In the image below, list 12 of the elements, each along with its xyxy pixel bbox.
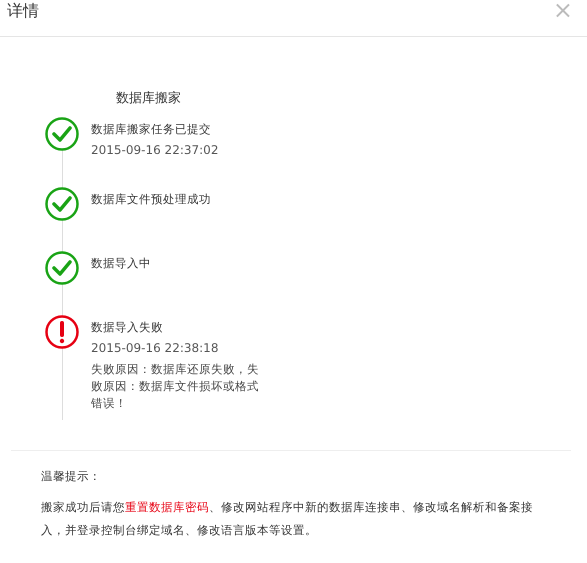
tips-text: 搬家成功后请您重置数据库密码、修改网站程序中新的数据库连接串、修改域名解析和备案接入，并登录控制台绑定域名、修改语言版本等设置。 (41, 499, 534, 539)
reset-password-link[interactable]: 重置数据库密码 (125, 500, 209, 514)
step-time: 2015-09-16 22:37:02 (91, 143, 218, 157)
step-title: 数据库搬家任务已提交 (91, 121, 212, 137)
tips-heading: 温馨提示： (41, 469, 102, 484)
step-title: 数据导入失败 (91, 319, 164, 335)
dialog-title: 详情 (7, 0, 39, 22)
step-title: 数据库文件预处理成功 (91, 191, 211, 207)
step-time: 2015-09-16 22:38:18 (91, 341, 220, 355)
section-title: 数据库搬家 (116, 90, 182, 107)
failure-reason: 失败原因：数据库还原失败，失败原因：数据库文件损坏或格式错误！ (91, 361, 260, 412)
step-title: 数据导入中 (91, 255, 151, 271)
